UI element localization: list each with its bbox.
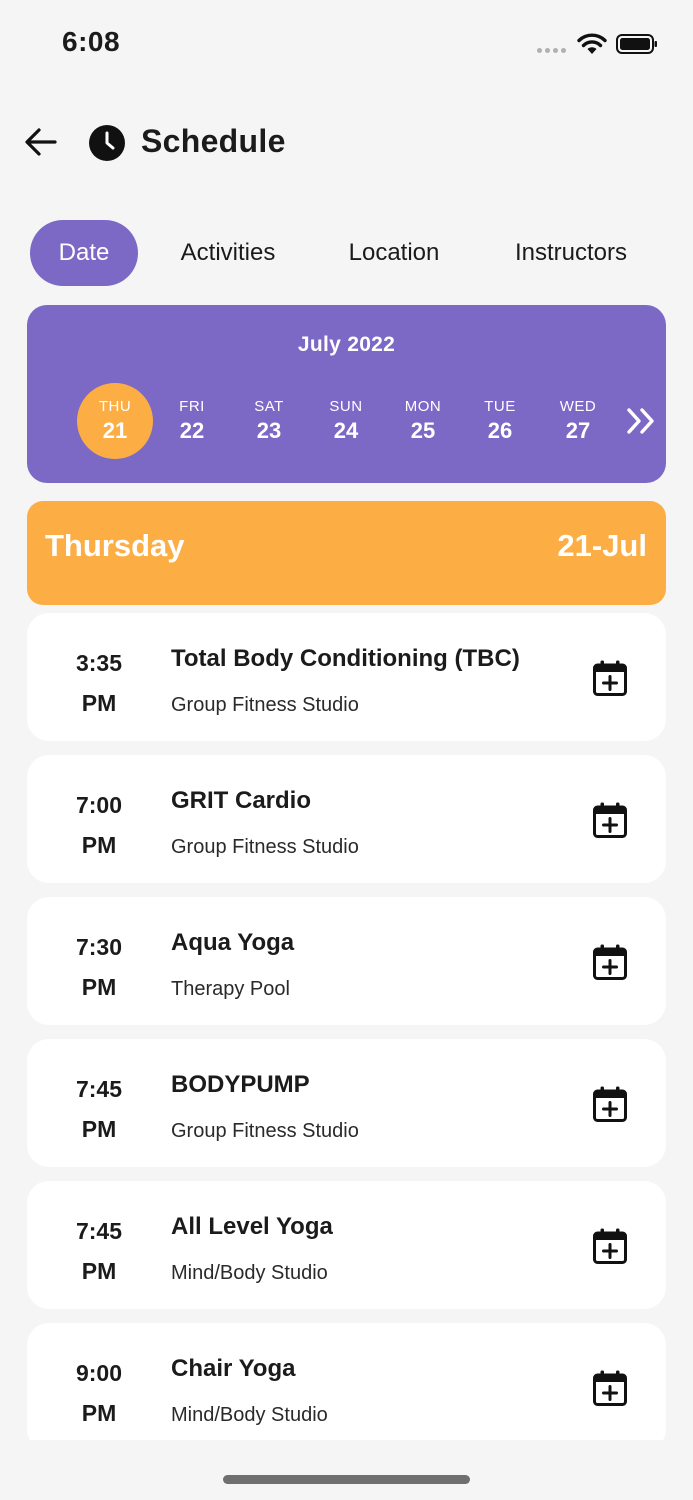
home-indicator[interactable] bbox=[223, 1475, 470, 1484]
class-name: Chair Yoga bbox=[171, 1355, 296, 1382]
selected-day-date: 21-Jul bbox=[557, 528, 647, 563]
tab-location[interactable]: Location bbox=[330, 220, 458, 286]
tab-activities[interactable]: Activities bbox=[162, 220, 294, 286]
class-list: 3:35 PM Total Body Conditioning (TBC) Gro… bbox=[27, 613, 666, 1440]
calendar-plus-icon[interactable] bbox=[592, 1227, 628, 1265]
calendar-plus-icon[interactable] bbox=[592, 1369, 628, 1407]
calendar-plus-icon[interactable] bbox=[592, 801, 628, 839]
day-of-week: THU bbox=[98, 398, 132, 415]
battery-icon bbox=[616, 34, 657, 54]
tab-instructors[interactable]: Instructors bbox=[496, 220, 646, 286]
calendar-day[interactable]: SAT 23 bbox=[231, 383, 307, 459]
clock-icon bbox=[89, 125, 125, 161]
class-location: Group Fitness Studio bbox=[171, 1120, 359, 1142]
day-number: 27 bbox=[565, 418, 591, 443]
class-time: 9:00 PM bbox=[75, 1360, 123, 1426]
calendar-day[interactable]: SUN 24 bbox=[308, 383, 384, 459]
arrow-left-icon bbox=[25, 128, 57, 156]
class-location: Therapy Pool bbox=[171, 978, 290, 1000]
calendar-day[interactable]: WED 27 bbox=[540, 383, 616, 459]
class-card[interactable]: 7:30 PM Aqua Yoga Therapy Pool bbox=[27, 897, 666, 1025]
class-location: Mind/Body Studio bbox=[171, 1404, 328, 1426]
day-of-week: TUE bbox=[484, 398, 516, 415]
calendar-plus-icon[interactable] bbox=[592, 943, 628, 981]
class-time: 7:45 PM bbox=[75, 1076, 123, 1142]
class-card[interactable]: 7:00 PM GRIT Cardio Group Fitness Studio bbox=[27, 755, 666, 883]
day-of-week: SAT bbox=[254, 398, 284, 415]
day-number: 24 bbox=[333, 418, 359, 443]
back-button[interactable] bbox=[20, 122, 62, 162]
class-time: 7:00 PM bbox=[75, 792, 123, 858]
status-time: 6:08 bbox=[62, 26, 121, 57]
day-number: 25 bbox=[410, 418, 436, 443]
wifi-icon bbox=[577, 33, 607, 54]
class-name: GRIT Cardio bbox=[171, 787, 312, 814]
tab-date[interactable]: Date bbox=[30, 220, 138, 286]
page-title: Schedule bbox=[141, 123, 286, 159]
signal-icon bbox=[537, 48, 566, 53]
filter-tabs: Date Activities Location Instructors bbox=[30, 220, 670, 286]
double-chevron-right-icon[interactable] bbox=[625, 405, 657, 437]
day-of-week: FRI bbox=[179, 398, 205, 415]
day-of-week: MON bbox=[404, 398, 442, 415]
class-time: 3:35 PM bbox=[75, 650, 123, 716]
day-number: 26 bbox=[487, 418, 513, 443]
class-time: 7:45 PM bbox=[75, 1218, 123, 1284]
calendar-day[interactable]: TUE 26 bbox=[462, 383, 538, 459]
class-time: 7:30 PM bbox=[75, 934, 123, 1000]
class-name: Aqua Yoga bbox=[171, 929, 295, 956]
calendar-plus-icon[interactable] bbox=[592, 659, 628, 697]
day-number: 23 bbox=[256, 418, 282, 443]
header: Schedule bbox=[0, 110, 693, 174]
class-location: Group Fitness Studio bbox=[171, 836, 359, 858]
week-calendar: July 2022 THU 21 FRI 22 SAT 23 SUN 24 MO… bbox=[27, 305, 666, 483]
class-name: BODYPUMP bbox=[171, 1071, 310, 1098]
day-number: 22 bbox=[179, 418, 205, 443]
class-card[interactable]: 9:00 PM Chair Yoga Mind/Body Studio bbox=[27, 1323, 666, 1440]
class-card[interactable]: 7:45 PM BODYPUMP Group Fitness Studio bbox=[27, 1039, 666, 1167]
calendar-month: July 2022 bbox=[297, 333, 396, 356]
calendar-plus-icon[interactable] bbox=[592, 1085, 628, 1123]
day-of-week: SUN bbox=[329, 398, 363, 415]
day-of-week: WED bbox=[559, 398, 597, 415]
calendar-day[interactable]: MON 25 bbox=[385, 383, 461, 459]
class-card[interactable]: 3:35 PM Total Body Conditioning (TBC) Gro… bbox=[27, 613, 666, 741]
class-name: All Level Yoga bbox=[171, 1213, 333, 1240]
class-name: Total Body Conditioning (TBC) bbox=[171, 645, 520, 672]
calendar-day[interactable]: FRI 22 bbox=[154, 383, 230, 459]
class-card[interactable]: 7:45 PM All Level Yoga Mind/Body Studio bbox=[27, 1181, 666, 1309]
class-location: Mind/Body Studio bbox=[171, 1262, 328, 1284]
selected-day-name: Thursday bbox=[45, 528, 185, 563]
class-location: Group Fitness Studio bbox=[171, 694, 359, 716]
status-bar: 6:08 bbox=[0, 0, 693, 90]
calendar-day[interactable]: THU 21 bbox=[77, 383, 153, 459]
day-number: 21 bbox=[102, 418, 128, 443]
selected-day-header: Thursday 21-Jul bbox=[27, 501, 666, 605]
